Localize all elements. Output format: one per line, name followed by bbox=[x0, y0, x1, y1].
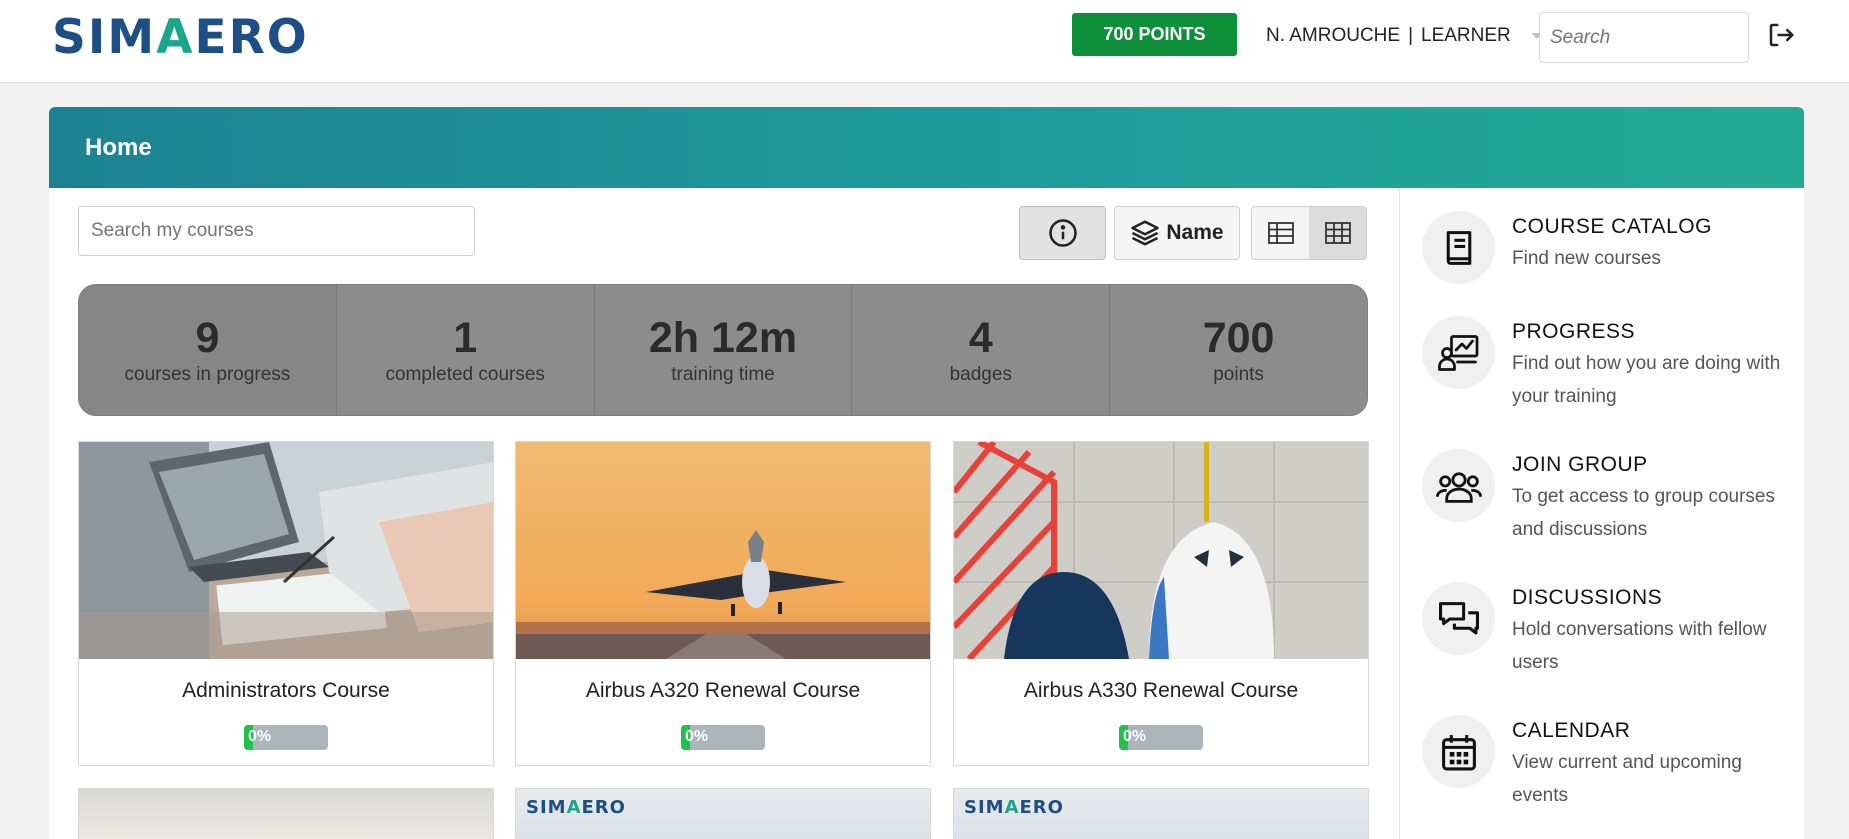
course-title[interactable]: Airbus A330 Renewal Course bbox=[954, 679, 1368, 703]
course-progress-bar: 0% bbox=[1119, 725, 1203, 750]
group-icon bbox=[1422, 449, 1495, 522]
stat-value: 1 bbox=[453, 314, 478, 362]
grid-view-button[interactable] bbox=[1309, 207, 1366, 259]
stat-label: points bbox=[1213, 364, 1264, 385]
book-icon bbox=[1422, 211, 1495, 284]
course-image bbox=[954, 442, 1368, 659]
sidebar-item-desc: View current and upcoming events bbox=[1512, 752, 1742, 806]
list-view-button[interactable] bbox=[1252, 207, 1309, 259]
logout-icon[interactable] bbox=[1766, 20, 1796, 50]
sidebar-item-desc: To get access to group courses and discu… bbox=[1512, 486, 1775, 540]
layers-icon bbox=[1131, 220, 1160, 246]
home-panel: Home Name bbox=[49, 107, 1804, 839]
course-thumbnail[interactable] bbox=[516, 442, 930, 659]
progress-label: 0% bbox=[1123, 728, 1147, 745]
view-toggle bbox=[1251, 206, 1367, 260]
sidebar-item-progress[interactable]: PROGRESS Find out how you are doing with… bbox=[1422, 316, 1782, 413]
sidebar-item-discussions[interactable]: DISCUSSIONS Hold conversations with fell… bbox=[1422, 582, 1782, 679]
course-card[interactable]: Airbus A330 Renewal Course 0% bbox=[953, 441, 1369, 766]
top-navbar: SIM A ERO 700 POINTS N. AMROUCHE | LEARNER bbox=[0, 0, 1849, 83]
simaero-logo: SIMAERO bbox=[526, 797, 626, 818]
simaero-logo: SIMAERO bbox=[964, 797, 1064, 818]
course-image bbox=[516, 442, 930, 659]
sidebar-item-title[interactable]: CALENDAR bbox=[1512, 719, 1782, 743]
simaero-logo[interactable]: SIM A ERO bbox=[52, 10, 309, 65]
info-button[interactable] bbox=[1019, 206, 1106, 260]
stat-value: 4 bbox=[968, 314, 993, 362]
sidebar-item-desc: Find new courses bbox=[1512, 248, 1661, 269]
global-search-input[interactable] bbox=[1539, 12, 1749, 63]
sidebar-item-desc: Find out how you are doing with your tra… bbox=[1512, 353, 1781, 407]
stat-label: completed courses bbox=[385, 364, 545, 385]
stat-value: 9 bbox=[195, 314, 220, 362]
course-card[interactable]: Airbus A320 Renewal Course 0% bbox=[515, 441, 931, 766]
progress-chart-icon bbox=[1422, 316, 1495, 389]
stat-training-time: 2h 12m training time bbox=[593, 285, 852, 415]
course-progress-bar: 0% bbox=[244, 725, 328, 750]
user-role: LEARNER bbox=[1421, 25, 1511, 46]
stat-label: training time bbox=[671, 364, 775, 385]
stat-value: 2h 12m bbox=[648, 314, 798, 362]
my-courses-search-input[interactable] bbox=[78, 206, 475, 256]
course-thumbnail[interactable] bbox=[79, 442, 493, 659]
stats-bar: 9 courses in progress 1 completed course… bbox=[78, 284, 1368, 416]
quick-links-sidebar: COURSE CATALOG Find new courses PROGRESS… bbox=[1399, 188, 1804, 839]
stat-value: 700 bbox=[1202, 314, 1275, 362]
stat-label: badges bbox=[949, 364, 1012, 385]
sidebar-item-join-group[interactable]: JOIN GROUP To get access to group course… bbox=[1422, 449, 1782, 546]
course-thumbnail[interactable] bbox=[954, 442, 1368, 659]
course-title[interactable]: Airbus A320 Renewal Course bbox=[516, 679, 930, 703]
sidebar-item-course-catalog[interactable]: COURSE CATALOG Find new courses bbox=[1422, 211, 1782, 284]
stat-badges: 4 badges bbox=[851, 285, 1109, 415]
course-card[interactable]: SIMAERO bbox=[953, 788, 1369, 839]
page-title: Home bbox=[85, 133, 152, 161]
course-card[interactable]: SIMAERO bbox=[515, 788, 931, 839]
stat-completed-courses: 1 completed courses bbox=[335, 285, 594, 415]
sidebar-item-title[interactable]: PROGRESS bbox=[1512, 320, 1782, 344]
course-card[interactable] bbox=[78, 788, 494, 839]
sort-by-name-button[interactable]: Name bbox=[1114, 206, 1240, 260]
grid-view-icon bbox=[1324, 222, 1351, 244]
user-menu[interactable]: N. AMROUCHE | LEARNER bbox=[1266, 23, 1543, 49]
list-view-icon bbox=[1267, 222, 1294, 244]
sidebar-item-title[interactable]: DISCUSSIONS bbox=[1512, 586, 1782, 610]
course-image bbox=[79, 442, 493, 659]
progress-label: 0% bbox=[248, 728, 272, 745]
sidebar-item-desc: Hold conversations with fellow users bbox=[1512, 619, 1767, 673]
sidebar-item-title[interactable]: COURSE CATALOG bbox=[1512, 215, 1782, 239]
stat-label: courses in progress bbox=[124, 364, 291, 385]
course-title[interactable]: Administrators Course bbox=[79, 679, 493, 703]
info-icon bbox=[1048, 219, 1077, 247]
sidebar-item-calendar[interactable]: CALENDAR View current and upcoming event… bbox=[1422, 715, 1782, 812]
panel-header: Home bbox=[49, 107, 1804, 188]
user-separator: | bbox=[1408, 25, 1414, 46]
stat-points: 700 points bbox=[1109, 285, 1367, 415]
course-card[interactable]: Administrators Course 0% bbox=[78, 441, 494, 766]
sidebar-item-title[interactable]: JOIN GROUP bbox=[1512, 453, 1782, 477]
chat-icon bbox=[1422, 582, 1495, 655]
points-button[interactable]: 700 POINTS bbox=[1072, 13, 1237, 56]
sort-label: Name bbox=[1166, 221, 1224, 244]
progress-label: 0% bbox=[685, 728, 709, 745]
course-progress-bar: 0% bbox=[681, 725, 765, 750]
user-name: N. AMROUCHE bbox=[1266, 25, 1401, 46]
calendar-icon bbox=[1422, 715, 1495, 788]
stat-courses-in-progress: 9 courses in progress bbox=[79, 285, 336, 415]
